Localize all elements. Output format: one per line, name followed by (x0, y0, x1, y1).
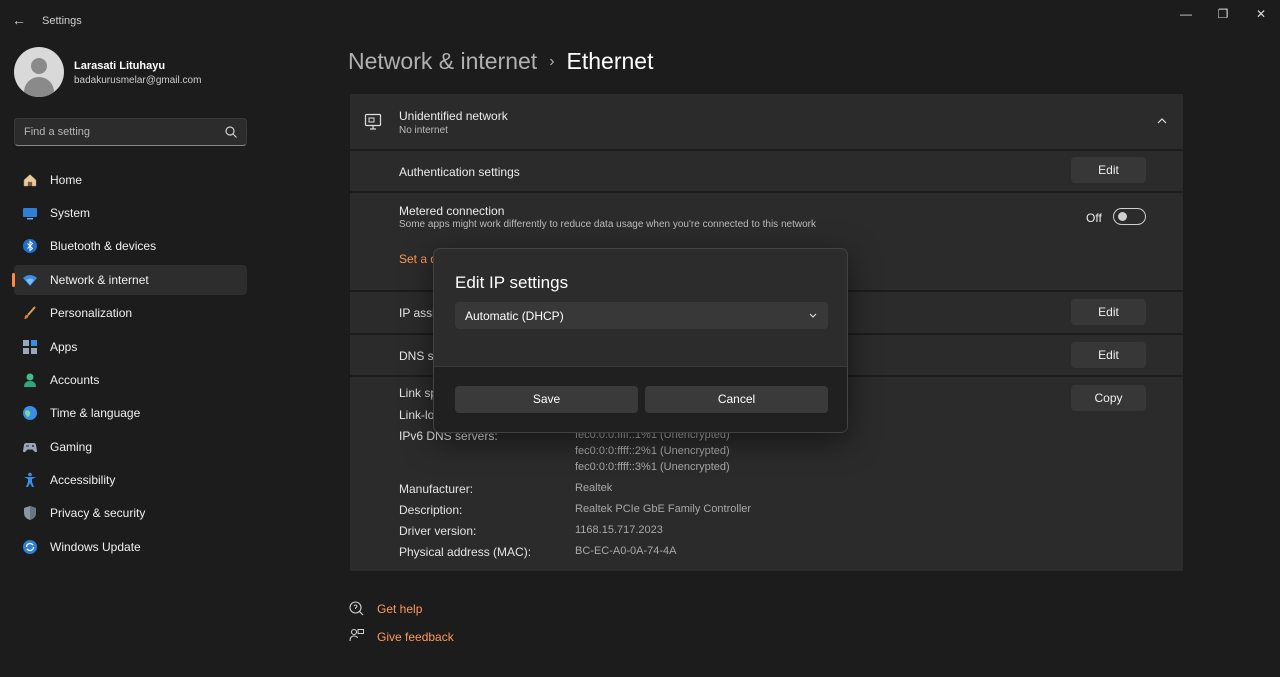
active-indicator (12, 273, 15, 287)
shield-icon (24, 506, 36, 520)
sidebar-item-windows-update[interactable]: Windows Update (14, 532, 247, 562)
sidebar-item-personalization[interactable]: Personalization (14, 298, 247, 328)
sidebar-item-label: Accounts (50, 373, 100, 387)
copy-button[interactable]: Copy (1071, 385, 1146, 411)
sidebar-item-label: Apps (50, 340, 78, 354)
sidebar-item-label: Network & internet (50, 273, 149, 287)
driver-version-label: Driver version: (399, 524, 477, 538)
system-icon (23, 208, 37, 220)
avatar-body-shape (24, 77, 54, 97)
brush-icon (24, 306, 36, 319)
ip-mode-selected: Automatic (DHCP) (465, 309, 564, 323)
title-bar: ← Settings — ❐ ✕ (0, 0, 1280, 40)
feedback-icon (349, 628, 364, 642)
give-feedback-link[interactable]: Give feedback (377, 630, 454, 644)
sidebar-item-label: Personalization (50, 306, 133, 320)
sidebar-item-apps[interactable]: Apps (14, 332, 247, 362)
app-title: Settings (42, 15, 82, 27)
data-limit-link[interactable]: Set a d (399, 252, 437, 266)
sidebar-item-bluetooth[interactable]: Bluetooth & devices (14, 231, 247, 261)
sidebar-item-label: Time & language (50, 406, 141, 420)
avatar[interactable] (14, 47, 64, 97)
user-name: Larasati Lituhayu (74, 60, 166, 72)
metered-label: Metered connection (399, 204, 505, 218)
breadcrumb-parent[interactable]: Network & internet (348, 48, 537, 74)
ip-mode-dropdown[interactable]: Automatic (DHCP) (455, 302, 828, 329)
link-speed-label: Link sp (399, 386, 438, 400)
chevron-up-icon[interactable] (1156, 115, 1168, 127)
gamepad-icon (23, 443, 37, 453)
sidebar-item-gaming[interactable]: Gaming (14, 432, 247, 462)
divider (350, 191, 1183, 193)
home-icon (23, 174, 37, 187)
globe-icon (23, 406, 37, 420)
metered-description: Some apps might work differently to redu… (399, 219, 816, 230)
ipv6-dns-value: fec0:0:0:ffff::3%1 (Unencrypted) (575, 461, 730, 473)
metered-state: Off (1086, 211, 1102, 225)
close-icon[interactable]: ✕ (1250, 6, 1272, 22)
dialog-title: Edit IP settings (455, 273, 569, 292)
sidebar-item-time-language[interactable]: Time & language (14, 398, 247, 428)
search-placeholder: Find a setting (24, 126, 91, 138)
get-help-link[interactable]: Get help (377, 602, 422, 616)
mac-address-value: BC-EC-A0-0A-74-4A (575, 545, 677, 557)
back-arrow-icon[interactable]: ← (12, 13, 26, 27)
breadcrumb-chevron-icon: › (549, 53, 555, 70)
apps-icon (23, 340, 37, 354)
sidebar-item-label: Bluetooth & devices (50, 239, 157, 253)
avatar-head-shape (31, 58, 47, 74)
chevron-down-icon (809, 313, 817, 318)
save-button[interactable]: Save (455, 386, 638, 413)
divider (350, 149, 1183, 151)
dns-edit-button[interactable]: Edit (1071, 342, 1146, 368)
sidebar-item-accessibility[interactable]: Accessibility (14, 465, 247, 495)
sidebar-item-privacy[interactable]: Privacy & security (14, 498, 247, 528)
sidebar-item-label: Accessibility (50, 473, 116, 487)
breadcrumb: Network & internet › Ethernet (348, 48, 653, 75)
sidebar-item-label: Gaming (50, 440, 93, 454)
sidebar-item-accounts[interactable]: Accounts (14, 365, 247, 395)
page-title: Ethernet (566, 48, 654, 74)
minimize-icon[interactable]: — (1175, 6, 1197, 22)
description-label: Description: (399, 503, 463, 517)
edit-ip-settings-dialog: Edit IP settings Automatic (DHCP) Save C… (433, 248, 848, 433)
ethernet-monitor-icon (364, 113, 382, 130)
cancel-button[interactable]: Cancel (645, 386, 828, 413)
network-status: No internet (399, 125, 448, 136)
auth-edit-button[interactable]: Edit (1071, 157, 1146, 183)
search-input[interactable]: Find a setting (14, 118, 247, 146)
ip-edit-button[interactable]: Edit (1071, 299, 1146, 325)
description-value: Realtek PCIe GbE Family Controller (575, 503, 752, 515)
auth-settings-label: Authentication settings (399, 165, 520, 179)
sidebar-item-label: System (50, 206, 91, 220)
mac-address-label: Physical address (MAC): (399, 545, 532, 559)
driver-version-value: 1168.15.717.2023 (575, 524, 663, 536)
sidebar-item-system[interactable]: System (14, 198, 247, 228)
toggle-knob (1118, 212, 1127, 221)
metered-toggle[interactable] (1113, 208, 1146, 225)
sidebar-item-network[interactable]: Network & internet (12, 265, 247, 295)
link-local-label: Link-lo (399, 408, 435, 422)
accounts-icon (24, 373, 36, 387)
ipv6-dns-value: fec0:0:0:ffff::2%1 (Unencrypted) (575, 445, 730, 457)
restore-icon[interactable]: ❐ (1212, 6, 1234, 22)
wifi-icon (23, 275, 37, 286)
manufacturer-label: Manufacturer: (399, 482, 474, 496)
sidebar-item-home[interactable]: Home (14, 165, 247, 195)
search-icon (225, 126, 237, 138)
sidebar-item-label: Home (50, 173, 83, 187)
user-email: badakurusmelar@gmail.com (74, 75, 202, 86)
bluetooth-icon (23, 239, 37, 253)
network-name: Unidentified network (399, 109, 508, 123)
manufacturer-value: Realtek (575, 482, 613, 494)
sidebar-item-label: Privacy & security (50, 506, 146, 520)
accessibility-icon (24, 472, 36, 487)
help-icon (349, 601, 364, 616)
sidebar-item-label: Windows Update (50, 540, 141, 554)
update-icon (23, 540, 37, 554)
